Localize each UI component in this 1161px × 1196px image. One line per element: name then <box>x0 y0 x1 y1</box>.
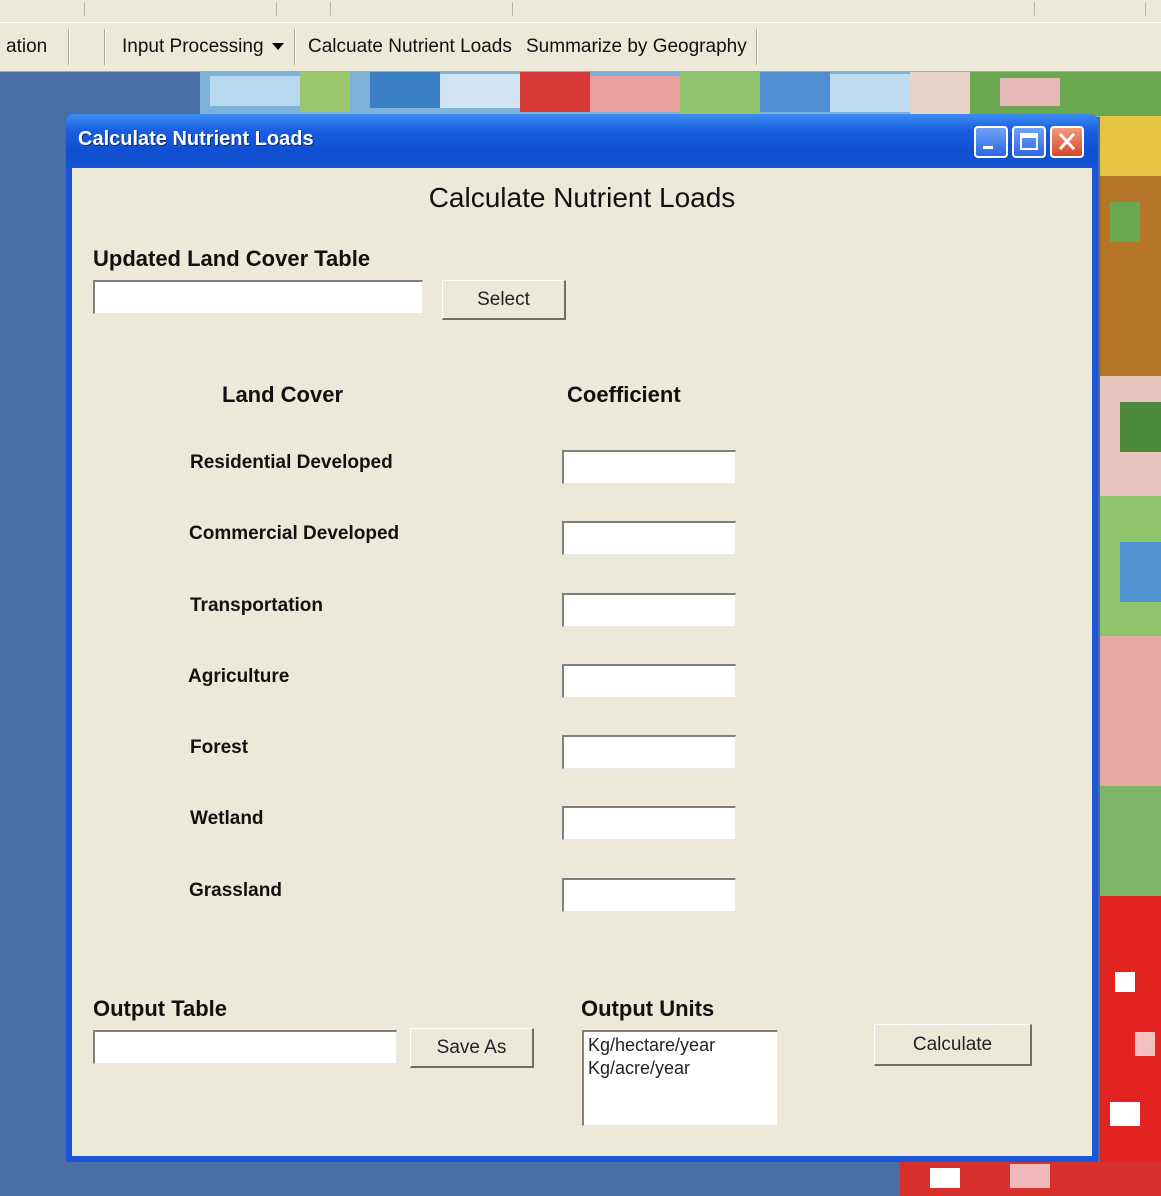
input-processing-label: Input Processing <box>122 36 264 57</box>
coefficient-input-grassland[interactable] <box>562 878 736 912</box>
maximize-icon <box>1020 133 1038 150</box>
coefficient-column-header: Coefficient <box>567 382 681 407</box>
close-icon <box>1058 132 1076 151</box>
land-cover-table-input[interactable] <box>93 280 423 314</box>
close-button[interactable] <box>1050 126 1084 158</box>
row-label-residential-developed: Residential Developed <box>190 452 393 473</box>
dialog-heading: Calculate Nutrient Loads <box>428 182 736 213</box>
output-table-label: Output Table <box>93 996 228 1021</box>
toolbar-separator <box>68 29 70 65</box>
dialog-client-area: Calculate Nutrient Loads Updated Land Co… <box>72 168 1092 1156</box>
row-label-transportation: Transportation <box>190 595 324 616</box>
row-label-grassland: Grassland <box>189 880 282 901</box>
coefficient-input-transportation[interactable] <box>562 593 736 627</box>
units-option-kg-acre-year[interactable]: Kg/acre/year <box>588 1057 773 1080</box>
strip-divider <box>1034 2 1035 16</box>
coefficient-input-agriculture[interactable] <box>562 664 736 698</box>
dropdown-caret-icon <box>271 43 284 51</box>
calculate-button[interactable]: Calculate <box>874 1024 1032 1066</box>
output-table-input[interactable] <box>93 1030 397 1064</box>
input-processing-menu[interactable]: Input Processing <box>122 23 284 71</box>
strip-divider <box>276 2 277 16</box>
toolbar-separator <box>294 29 296 65</box>
row-label-wetland: Wetland <box>190 808 264 829</box>
strip-divider <box>512 2 513 16</box>
save-as-button[interactable]: Save As <box>410 1028 534 1068</box>
toolbar-separator <box>756 29 758 65</box>
toolbar: ation Input Processing Calcuate Nutrient… <box>0 22 1161 72</box>
coefficient-input-wetland[interactable] <box>562 806 736 840</box>
toolbar-item-ation[interactable]: ation <box>6 23 47 71</box>
calculate-nutrient-loads-tool[interactable]: Calcuate Nutrient Loads <box>308 23 512 71</box>
summarize-by-geography-tool[interactable]: Summarize by Geography <box>526 23 747 71</box>
row-label-forest: Forest <box>190 737 249 758</box>
toolbar-separator <box>104 29 106 65</box>
row-label-commercial-developed: Commercial Developed <box>189 523 400 544</box>
calculate-nutrient-loads-dialog: Calculate Nutrient Loads Calculate Nutri… <box>66 114 1098 1162</box>
row-label-agriculture: Agriculture <box>188 666 290 687</box>
output-units-label: Output Units <box>581 996 715 1021</box>
top-strip <box>0 0 1161 22</box>
minimize-button[interactable] <box>974 126 1008 158</box>
minimize-icon <box>983 146 993 149</box>
strip-divider <box>330 2 331 16</box>
dialog-title: Calculate Nutrient Loads <box>78 128 314 150</box>
dialog-title-bar[interactable]: Calculate Nutrient Loads <box>66 114 1098 168</box>
coefficient-input-commercial-developed[interactable] <box>562 521 736 555</box>
select-button[interactable]: Select <box>442 280 566 320</box>
output-units-listbox[interactable]: Kg/hectare/year Kg/acre/year <box>582 1030 778 1126</box>
units-option-kg-hectare-year[interactable]: Kg/hectare/year <box>588 1034 773 1057</box>
land-cover-column-header: Land Cover <box>222 382 344 407</box>
strip-divider <box>1145 2 1146 16</box>
coefficient-input-residential-developed[interactable] <box>562 450 736 484</box>
land-cover-table-label: Updated Land Cover Table <box>93 246 371 271</box>
coefficient-input-forest[interactable] <box>562 735 736 769</box>
maximize-button[interactable] <box>1012 126 1046 158</box>
strip-divider <box>84 2 85 16</box>
